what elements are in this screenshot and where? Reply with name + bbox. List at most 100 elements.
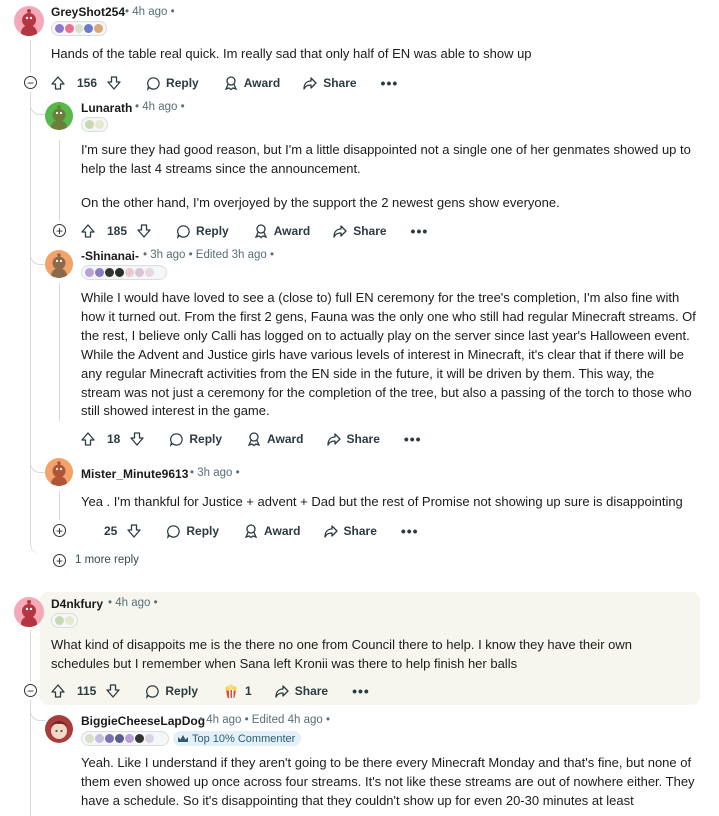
comment-actions: 156 Reply Award Share •••: [50, 72, 398, 94]
more-options-button[interactable]: •••: [411, 224, 429, 238]
more-options-button[interactable]: •••: [381, 76, 399, 90]
popcorn-award-icon: [225, 684, 237, 698]
award-button[interactable]: 1: [222, 682, 252, 700]
comment-meta: • 3h ago • Edited 3h ago •: [143, 249, 275, 261]
award-count: 1: [245, 684, 252, 698]
user-flair: [81, 117, 108, 132]
reply-button[interactable]: Reply: [146, 76, 199, 91]
vote-count: 115: [77, 684, 97, 698]
share-button[interactable]: Share: [323, 523, 377, 539]
share-icon: [333, 225, 347, 238]
crown-icon: [178, 734, 188, 742]
comment-body: What kind of disappoits me is the there …: [51, 637, 632, 671]
upvote-icon[interactable]: [80, 431, 96, 447]
more-replies-link[interactable]: 1 more reply: [75, 554, 139, 566]
comment-actions: 185 Reply Award Share •••: [80, 220, 428, 242]
upvote-icon[interactable]: [80, 223, 96, 239]
share-icon: [323, 525, 338, 538]
comment-meta: • 3h ago •: [190, 467, 240, 479]
reply-button[interactable]: Reply: [166, 524, 219, 539]
expand-thread-button[interactable]: +: [53, 524, 66, 537]
username[interactable]: BiggieCheeseLapDog: [81, 714, 205, 728]
reply-button[interactable]: Reply: [169, 432, 222, 447]
username[interactable]: Lunarath: [81, 101, 132, 115]
comment-icon: [146, 684, 160, 699]
upvote-icon[interactable]: [50, 683, 66, 699]
comment-icon: [170, 432, 184, 447]
award-button[interactable]: Award: [243, 523, 301, 539]
expand-thread-button[interactable]: +: [53, 224, 66, 237]
thread-line-dank2: [30, 700, 31, 816]
more-options-button[interactable]: •••: [352, 684, 370, 698]
username[interactable]: Mister_Minute9613: [81, 467, 188, 481]
thread-line-mister: [59, 490, 60, 520]
avatar[interactable]: [45, 250, 73, 278]
downvote-icon[interactable]: [106, 75, 122, 91]
share-button[interactable]: Share: [274, 683, 328, 699]
share-icon: [303, 77, 317, 90]
vote-count: 18: [107, 432, 121, 446]
comment-meta: • 4h ago • Edited 4h ago •: [199, 714, 331, 726]
avatar[interactable]: [14, 6, 44, 36]
upvote-icon[interactable]: [50, 75, 66, 91]
top-commenter-badge: Top 10% Commenter: [173, 731, 302, 746]
thread-line-lunarath: [59, 140, 60, 222]
share-icon: [275, 685, 289, 698]
vote-count: 185: [107, 224, 128, 238]
avatar[interactable]: [45, 458, 73, 486]
award-button[interactable]: Award: [253, 223, 310, 239]
thread-line-root: [30, 40, 31, 72]
award-icon: [254, 224, 267, 239]
username[interactable]: -Shinanai-: [81, 249, 139, 263]
comment-body: Yea . I'm thankful for Justice + advent …: [81, 494, 683, 509]
username[interactable]: D4nkfury: [51, 597, 103, 611]
comment-icon: [167, 524, 181, 539]
thread-line-dank: [30, 630, 31, 682]
award-icon: [224, 76, 237, 91]
more-options-button[interactable]: •••: [404, 432, 422, 446]
downvote-icon[interactable]: [136, 223, 152, 239]
share-button[interactable]: Share: [326, 431, 380, 447]
thread-line-shinanai: [59, 282, 60, 422]
vote-count: 156: [77, 76, 98, 90]
comment-actions: 115 Reply 1 Share •••: [50, 680, 370, 702]
award-button[interactable]: Award: [246, 431, 304, 447]
thread-line-replies: [30, 92, 31, 542]
thread-curve-1: [30, 96, 45, 115]
share-button[interactable]: Share: [332, 223, 387, 239]
comment-meta: • 4h ago •: [125, 6, 175, 18]
user-flair: [51, 613, 78, 628]
award-button[interactable]: Award: [223, 75, 280, 91]
username[interactable]: GreyShot254: [51, 5, 125, 19]
downvote-icon[interactable]: [129, 431, 145, 447]
comment-body: While I would have loved to see a (close…: [81, 290, 696, 419]
reply-button[interactable]: Reply: [145, 684, 198, 699]
vote-count: 25: [104, 524, 118, 538]
avatar[interactable]: [14, 597, 44, 627]
comment-meta: • 4h ago •: [108, 597, 158, 609]
share-button[interactable]: Share: [302, 75, 357, 91]
comment-body: Yeah. Like I understand if they aren't g…: [81, 755, 695, 808]
comment-body: Hands of the table real quick. Im really…: [51, 46, 532, 61]
share-icon: [326, 433, 341, 446]
avatar[interactable]: [45, 102, 73, 130]
user-flair: [81, 265, 167, 280]
comment-actions: 25 Reply Award Share •••: [80, 520, 419, 542]
more-options-button[interactable]: •••: [401, 524, 419, 538]
downvote-icon[interactable]: [126, 523, 142, 539]
user-flair: [51, 21, 107, 36]
downvote-icon[interactable]: [105, 683, 121, 699]
comment-meta: • 4h ago •: [135, 101, 185, 113]
collapse-thread-button[interactable]: −: [24, 76, 37, 89]
award-icon: [247, 432, 261, 447]
comment-actions: 18 Reply Award Share •••: [80, 428, 422, 450]
avatar[interactable]: [45, 715, 73, 743]
reply-button[interactable]: Reply: [176, 224, 229, 239]
collapse-thread-button[interactable]: −: [24, 684, 37, 697]
user-flair: [81, 731, 169, 746]
comment-icon: [176, 224, 190, 239]
comment-icon: [146, 76, 160, 91]
more-replies-icon[interactable]: +: [53, 554, 66, 567]
thread-curve-2: [30, 244, 45, 265]
thread-curve-3: [30, 452, 45, 473]
